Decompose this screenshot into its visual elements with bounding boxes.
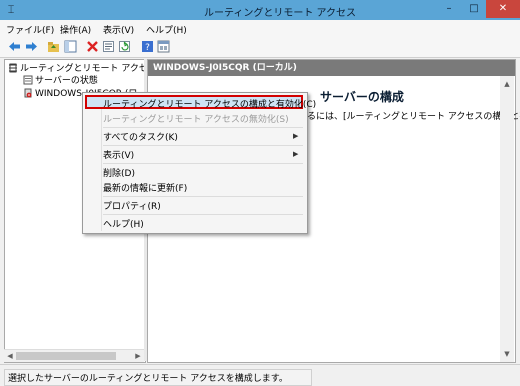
scroll-left-icon[interactable]: ◀ — [5, 350, 15, 362]
status-text: 選択したサーバーのルーティングとリモート アクセスを構成します。 — [4, 369, 312, 386]
scroll-right-icon[interactable]: ▶ — [133, 350, 143, 362]
details-heading: サーバーの構成 — [320, 90, 404, 104]
menu-item-delete[interactable]: 削除(D) — [103, 166, 135, 179]
details-description: するには、[ルーティングとリモート アクセスの構成と有 — [298, 112, 520, 122]
app-window: ⌶ ルーティングとリモート アクセス – □ ✕ ファイル(F) 操作(A) 表… — [0, 0, 520, 386]
menu-help[interactable]: ヘルプ(H) — [146, 23, 187, 36]
properties-icon[interactable] — [102, 40, 115, 53]
server-stopped-icon — [24, 88, 32, 98]
menu-separator — [103, 163, 303, 164]
menu-view[interactable]: 表示(V) — [103, 23, 134, 36]
help-icon[interactable]: ? — [141, 40, 154, 53]
window-title: ルーティングとリモート アクセス — [203, 8, 357, 19]
menu-item-refresh[interactable]: 最新の情報に更新(F) — [103, 181, 187, 194]
tree-item-server-status[interactable]: サーバーの状態 — [23, 73, 98, 86]
menu-item-all-tasks[interactable]: すべてのタスク(K) — [103, 130, 178, 143]
menu-separator — [103, 214, 303, 215]
console-icon[interactable] — [157, 40, 170, 53]
delete-icon[interactable] — [86, 40, 99, 53]
menu-item-help[interactable]: ヘルプ(H) — [103, 217, 144, 230]
menu-action[interactable]: 操作(A) — [60, 23, 91, 36]
server-list-icon — [23, 75, 33, 85]
title-bar[interactable]: ⌶ ルーティングとリモート アクセス – □ ✕ — [0, 0, 520, 20]
refresh-icon[interactable] — [118, 40, 131, 53]
submenu-arrow-icon: ▶ — [293, 132, 299, 140]
svg-text:?: ? — [145, 43, 150, 53]
toolbar: ? — [0, 37, 520, 58]
tree-item-label: サーバーの状態 — [35, 76, 98, 86]
scroll-up-icon[interactable]: ▲ — [500, 78, 514, 90]
menu-separator — [103, 127, 303, 128]
close-button[interactable]: ✕ — [486, 0, 520, 18]
scroll-thumb[interactable] — [16, 352, 116, 360]
menu-item-configure-enable[interactable]: ルーティングとリモート アクセスの構成と有効化(C) — [103, 97, 316, 110]
horizontal-scrollbar[interactable]: ◀ ▶ — [4, 349, 144, 362]
forward-arrow-icon[interactable] — [25, 40, 38, 53]
menu-gutter — [101, 95, 102, 231]
menu-item-disable: ルーティングとリモート アクセスの無効化(S) — [103, 115, 289, 125]
minimize-button[interactable]: – — [437, 0, 461, 18]
submenu-arrow-icon: ▶ — [293, 150, 299, 158]
context-menu: ルーティングとリモート アクセスの構成と有効化(C) ルーティングとリモート ア… — [82, 92, 316, 234]
details-header: WINDOWS-J0I5CQR (ローカル) — [148, 60, 515, 76]
menu-item-properties[interactable]: プロパティ(R) — [103, 199, 161, 212]
show-hide-tree-icon[interactable] — [64, 40, 77, 53]
menu-file[interactable]: ファイル(F) — [6, 23, 54, 36]
menu-separator — [103, 145, 303, 146]
vertical-scrollbar[interactable]: ▲ ▼ — [500, 76, 514, 362]
menu-bar: ファイル(F) 操作(A) 表示(V) ヘルプ(H) — [0, 20, 520, 38]
back-arrow-icon[interactable] — [8, 40, 21, 53]
scroll-down-icon[interactable]: ▼ — [500, 348, 514, 360]
maximize-button[interactable]: □ — [462, 0, 486, 18]
menu-item-view[interactable]: 表示(V) — [103, 148, 134, 161]
folder-up-icon[interactable] — [47, 40, 60, 53]
menu-separator — [103, 196, 303, 197]
status-bar: 選択したサーバーのルーティングとリモート アクセスを構成します。 — [0, 364, 520, 386]
routing-icon — [9, 63, 17, 73]
server-manager-icon[interactable]: ⌶ — [5, 4, 17, 16]
